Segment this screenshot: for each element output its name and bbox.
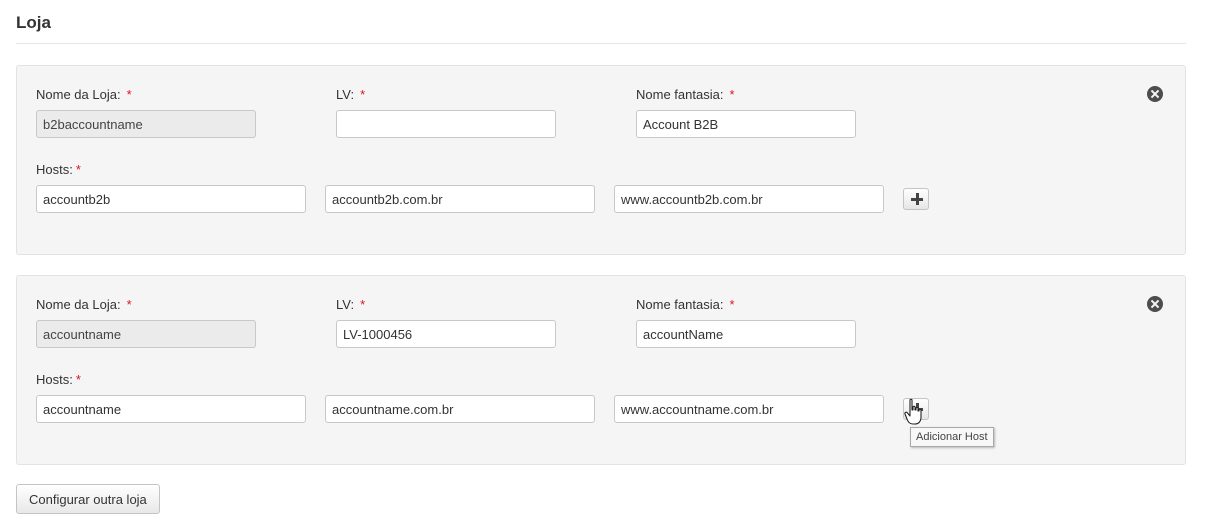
store-panel: Nome da Loja:* LV:* Nome fantasia:* Host… bbox=[16, 65, 1186, 255]
required-marker: * bbox=[729, 297, 735, 312]
required-marker: * bbox=[126, 297, 132, 312]
remove-store-button[interactable] bbox=[1147, 296, 1163, 312]
required-marker: * bbox=[126, 87, 132, 102]
required-marker: * bbox=[360, 297, 366, 312]
host-field[interactable] bbox=[36, 185, 306, 213]
host-field[interactable] bbox=[614, 395, 884, 423]
host-field[interactable] bbox=[325, 395, 595, 423]
trade-name-label: Nome fantasia: * bbox=[636, 87, 735, 102]
hand-pointer-icon bbox=[904, 398, 922, 425]
add-host-button[interactable] bbox=[903, 188, 929, 210]
remove-store-button[interactable] bbox=[1147, 86, 1163, 102]
title-divider bbox=[16, 43, 1186, 44]
trade-name-field[interactable] bbox=[636, 320, 856, 348]
trade-name-field[interactable] bbox=[636, 110, 856, 138]
page-title: Loja bbox=[16, 13, 51, 32]
trade-name-label: Nome fantasia: * bbox=[636, 297, 735, 312]
configure-another-store-button[interactable]: Configurar outra loja bbox=[16, 484, 160, 514]
lv-field[interactable] bbox=[336, 320, 556, 348]
lv-field[interactable] bbox=[336, 110, 556, 138]
store-name-label: Nome da Loja: * bbox=[36, 297, 132, 312]
store-name-field[interactable] bbox=[36, 320, 256, 348]
hosts-label: Hosts: * bbox=[36, 162, 81, 177]
store-panel: Nome da Loja:* LV:* Nome fantasia:* Host… bbox=[16, 275, 1186, 465]
host-field[interactable] bbox=[36, 395, 306, 423]
lv-label: LV: * bbox=[336, 297, 366, 312]
host-field[interactable] bbox=[325, 185, 595, 213]
required-marker: * bbox=[75, 162, 81, 177]
required-marker: * bbox=[75, 372, 81, 387]
lv-label: LV: * bbox=[336, 87, 366, 102]
store-name-field[interactable] bbox=[36, 110, 256, 138]
add-host-tooltip: Adicionar Host bbox=[910, 427, 994, 447]
required-marker: * bbox=[360, 87, 366, 102]
store-name-label: Nome da Loja: * bbox=[36, 87, 132, 102]
hosts-label: Hosts: * bbox=[36, 372, 81, 387]
required-marker: * bbox=[729, 87, 735, 102]
plus-icon bbox=[911, 193, 923, 205]
host-field[interactable] bbox=[614, 185, 884, 213]
